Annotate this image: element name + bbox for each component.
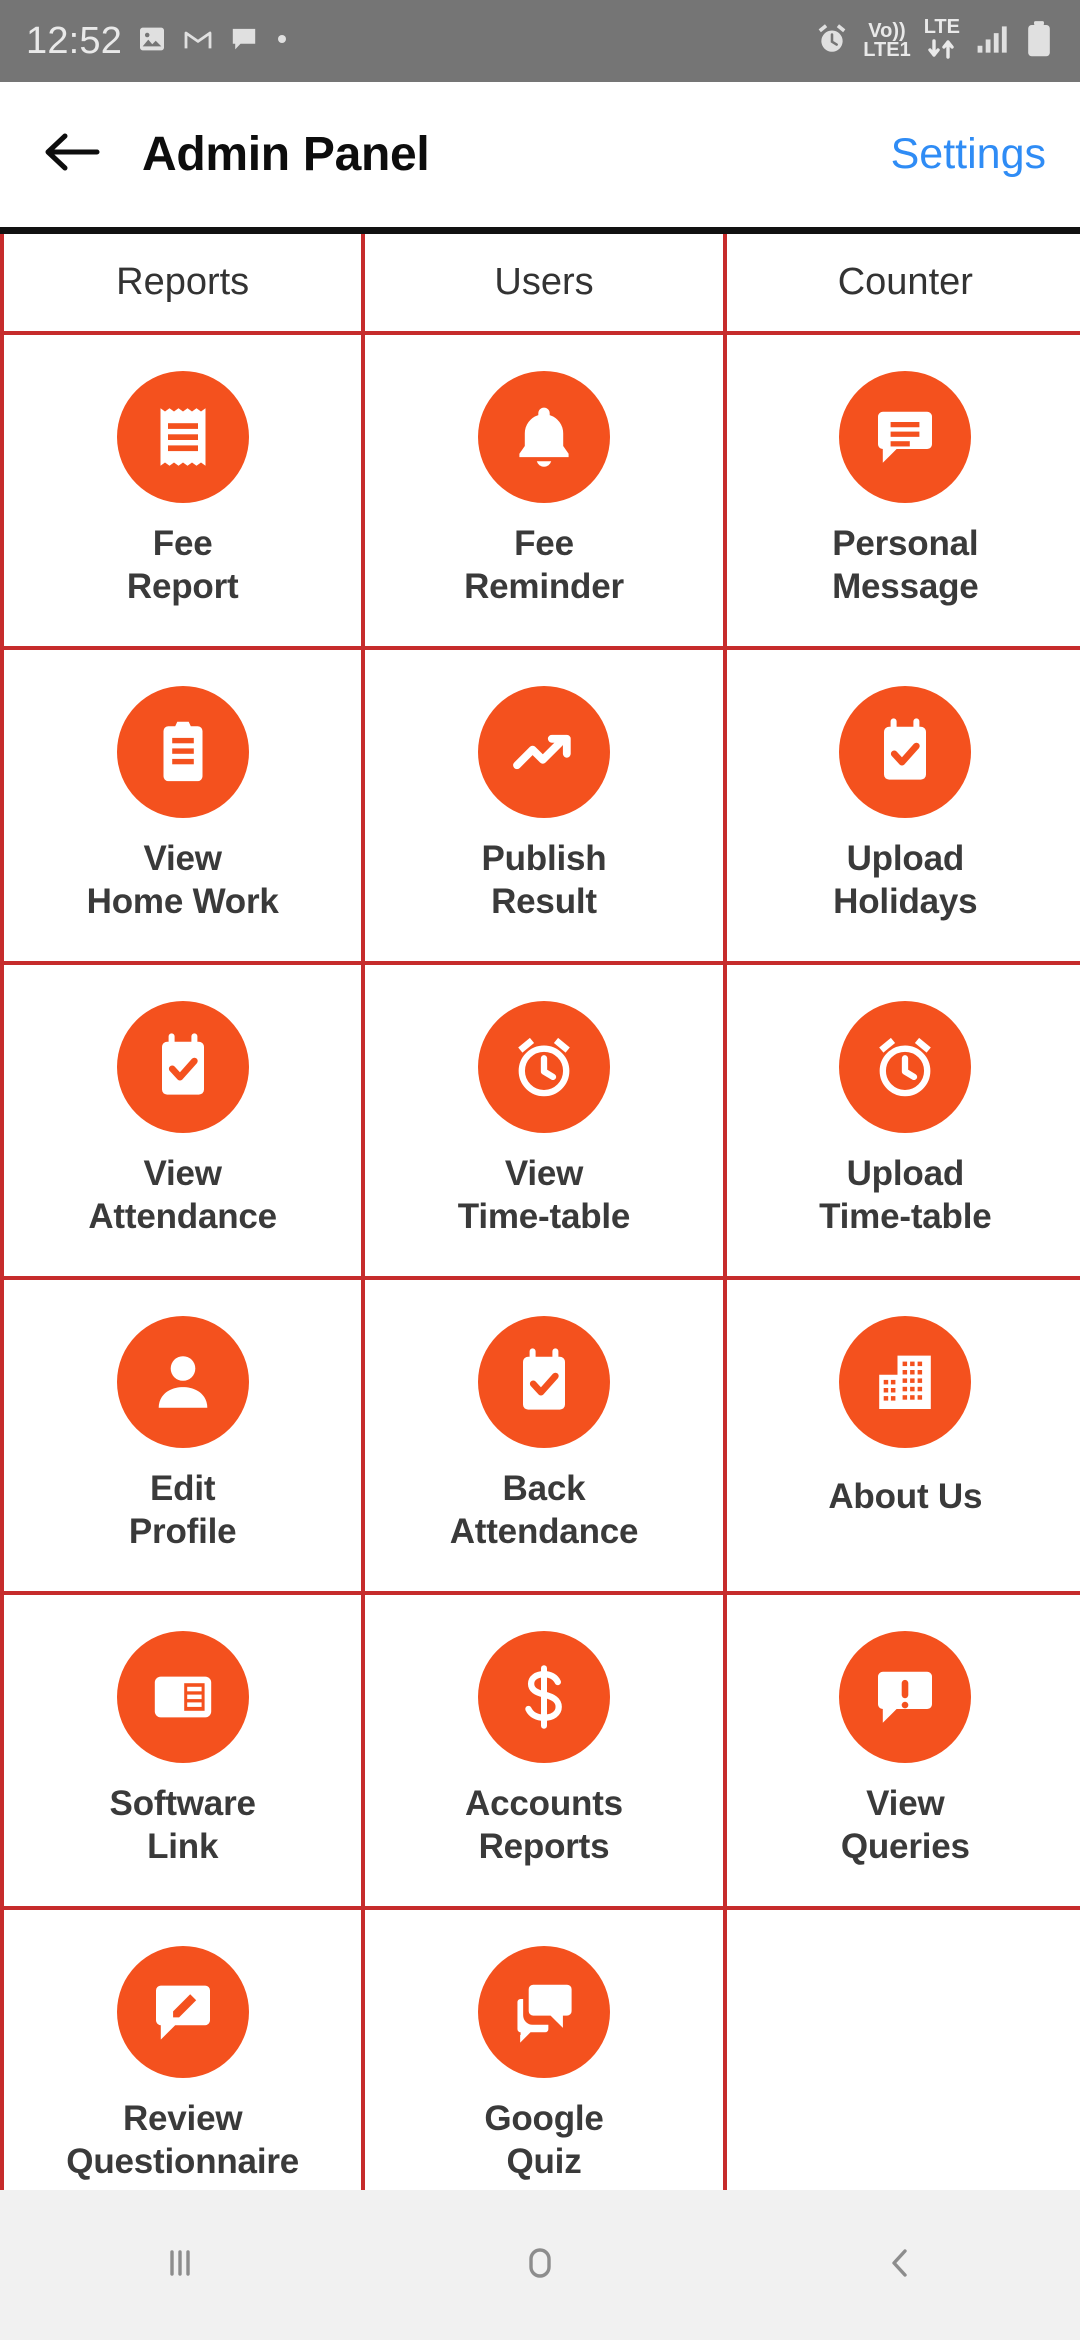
dollar-icon: [477, 1631, 610, 1763]
grid-row: Edit Profile Back Attendance About Us: [4, 1280, 1080, 1595]
grid-item-label: Edit Profile: [128, 1469, 237, 1551]
person-icon: [116, 1316, 249, 1448]
calendar-check-icon: [116, 1001, 249, 1133]
status-bar-right: Vo)) LTE1 LTE: [814, 17, 1054, 64]
grid-item-fee-reminder[interactable]: Fee Reminder: [365, 335, 727, 650]
grid-item-label: View Attendance: [88, 1154, 277, 1236]
grid-item-software-link[interactable]: Software Link: [4, 1595, 366, 1910]
status-bar: 12:52 Vo)) LTE1 LTE: [0, 0, 1080, 82]
grid-item-label: Personal Message: [832, 524, 979, 606]
grid-item-label: View Time-table: [457, 1154, 631, 1236]
column-header-label: Counter: [837, 261, 973, 303]
grid-item-view-time-table[interactable]: View Time-table: [365, 965, 727, 1280]
grid-item-label: Review Questionnaire: [66, 2099, 300, 2181]
bell-icon: [477, 371, 610, 503]
battery-icon: [1024, 20, 1054, 63]
column-header-users: Users: [365, 234, 727, 335]
grid-item-label: About Us: [828, 1477, 983, 1516]
grid-item-label: Publish Result: [481, 839, 607, 921]
system-navigation-bar: [0, 2190, 1080, 2340]
grid-item-label: Upload Time-table: [819, 1154, 992, 1236]
volte-icon: Vo)) LTE1: [863, 19, 911, 61]
grid-item-label: Accounts Reports: [465, 1784, 623, 1866]
grid-item-review-questionnaire[interactable]: Review Questionnaire: [4, 1910, 366, 2190]
grid-item-label: Fee Report: [126, 524, 239, 606]
calendar-check-icon: [839, 686, 972, 818]
column-header-label: Users: [494, 261, 594, 303]
grid-item-upload-holidays[interactable]: Upload Holidays: [726, 650, 1080, 965]
home-icon: [517, 2240, 563, 2291]
grid-item-google-quiz[interactable]: Google Quiz: [365, 1910, 727, 2190]
column-header-label: Reports: [116, 261, 250, 303]
grid-item-label: Back Attendance: [449, 1469, 639, 1551]
grid-row: Fee Report Fee Reminder Personal Message: [4, 335, 1080, 650]
grid-header-row: Reports Users Counter: [4, 234, 1080, 335]
grid-item-publish-result[interactable]: Publish Result: [365, 650, 727, 965]
back-nav-button[interactable]: [810, 2190, 990, 2340]
grid-row: View Home Work Publish Result Upload Holid…: [4, 650, 1080, 965]
settings-button[interactable]: Settings: [891, 130, 1050, 179]
home-button[interactable]: [450, 2190, 630, 2340]
page-title: Admin Panel: [142, 128, 430, 181]
grid-item-about-us[interactable]: About Us: [726, 1280, 1080, 1595]
app-bar: Admin Panel Settings: [0, 82, 1080, 227]
grid-item-label: Software Link: [109, 1784, 256, 1866]
status-clock: 12:52: [26, 19, 123, 62]
grid-item-label: View Home Work: [86, 839, 279, 921]
grid-cell-empty: [726, 1910, 1080, 2190]
back-button[interactable]: [30, 113, 114, 197]
grid-item-label: Fee Reminder: [464, 524, 624, 606]
alarm-clock-icon: [477, 1001, 610, 1133]
grid-item-view-queries[interactable]: View Queries: [726, 1595, 1080, 1910]
chat-alert-icon: [839, 1631, 972, 1763]
gmail-icon: [182, 23, 214, 60]
signal-icon: [973, 21, 1011, 62]
admin-grid-container: Reports Users Counter Fee Report Fee Reminde…: [0, 227, 1080, 2190]
grid-row: Review Questionnaire Google Quiz: [4, 1910, 1080, 2190]
grid-item-label: Google Quiz: [484, 2099, 604, 2181]
recents-button[interactable]: [90, 2190, 270, 2340]
rate-review-icon: [116, 1946, 249, 2078]
data-arrows-icon: [925, 38, 959, 64]
alarm-icon: [814, 21, 850, 62]
message-icon: [228, 23, 260, 60]
forum-icon: [477, 1946, 610, 2078]
grid-item-upload-time-table[interactable]: Upload Time-table: [726, 965, 1080, 1280]
column-header-counter: Counter: [726, 234, 1080, 335]
image-icon: [136, 23, 168, 60]
grid-item-fee-report[interactable]: Fee Report: [4, 335, 366, 650]
article-icon: [116, 1631, 249, 1763]
lte-data-icon: LTE: [924, 17, 960, 64]
admin-grid: Reports Users Counter Fee Report Fee Reminde…: [0, 234, 1080, 2190]
grid-item-personal-message[interactable]: Personal Message: [726, 335, 1080, 650]
grid-item-back-attendance[interactable]: Back Attendance: [365, 1280, 727, 1595]
column-header-reports: Reports: [4, 234, 366, 335]
alarm-clock-icon: [839, 1001, 972, 1133]
grid-row: Software Link Accounts Reports View Querie…: [4, 1595, 1080, 1910]
trending-up-icon: [477, 686, 610, 818]
nav-back-icon: [877, 2240, 923, 2291]
back-arrow-icon: [41, 127, 103, 182]
recents-icon: [157, 2240, 203, 2291]
grid-item-accounts-reports[interactable]: Accounts Reports: [365, 1595, 727, 1910]
clipboard-icon: [116, 686, 249, 818]
status-bar-left: 12:52: [26, 20, 290, 63]
grid-item-view-attendance[interactable]: View Attendance: [4, 965, 366, 1280]
grid-item-label: Upload Holidays: [833, 839, 978, 921]
grid-row: View Attendance View Time-table Upload Tim…: [4, 965, 1080, 1280]
receipt-icon: [116, 371, 249, 503]
building-icon: [839, 1316, 972, 1448]
grid-item-edit-profile[interactable]: Edit Profile: [4, 1280, 366, 1595]
dot-icon: [274, 31, 290, 52]
grid-item-view-home-work[interactable]: View Home Work: [4, 650, 366, 965]
calendar-check-icon: [477, 1316, 610, 1448]
chat-lines-icon: [839, 371, 972, 503]
grid-item-label: View Queries: [840, 1784, 970, 1866]
